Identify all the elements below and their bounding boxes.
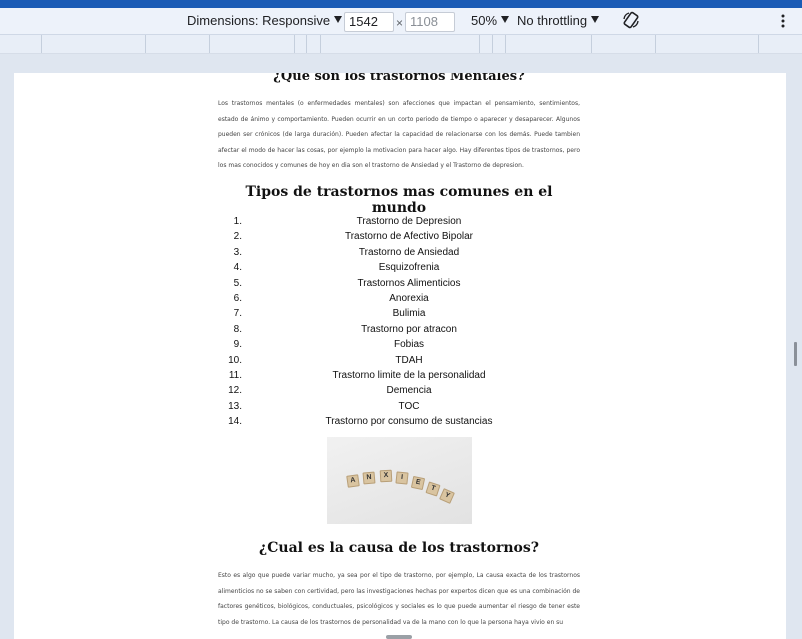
ruler-segment[interactable] [320,35,321,53]
chevron-down-icon [501,16,510,23]
list-item: 8. Trastorno por atracon [233,323,457,335]
dimensions-dropdown[interactable]: Dimensions: Responsive [187,8,343,34]
image-tile: N [362,471,376,485]
device-toolbar: Dimensions: Responsive 1542 × 1108 50% N… [0,8,802,35]
image-tile: E [410,475,426,491]
list-item: 12. Demencia [228,385,432,397]
section-paragraph-definition: Los trastornos mentales (o enfermedades … [218,100,580,169]
resize-handle-right[interactable] [794,342,797,366]
chevron-down-icon [334,16,343,23]
list-item: 11. Trastorno limite de la personalidad [228,369,486,381]
dimensions-label: Dimensions: Responsive [187,13,331,28]
list-item: 6. Anorexia [233,292,429,304]
page-viewport: ¿Que son los trastornos Mentales? Los tr… [14,73,786,639]
section-paragraph-causes: Esto es algo que puede variar mucho, ya … [218,572,580,626]
list-item: 2. Trastorno de Afectivo Bipolar [233,231,474,243]
ruler-segment[interactable] [41,35,42,53]
ruler-segment[interactable] [294,35,295,53]
browser-top-strip [0,0,802,8]
list-item: 14. Trastorno por consumo de sustancias [228,416,493,428]
ruler-segment[interactable] [209,35,210,53]
list-item: 7. Bulimia [233,308,426,320]
list-item: 10. TDAH [228,354,423,366]
width-input[interactable]: 1542 [344,12,394,32]
ruler-segment[interactable] [591,35,592,53]
throttling-label: No throttling [517,13,588,28]
resize-handle-bottom[interactable] [386,635,412,639]
media-query-ruler[interactable] [0,35,802,54]
list-item: 13. TOC [228,400,420,412]
section-title-mental-disorders: ¿Que son los trastornos Mentales? [273,73,525,84]
list-item: 4. Esquizofrenia [233,262,440,274]
ruler-segment[interactable] [479,35,480,53]
throttling-dropdown[interactable]: No throttling [517,8,600,34]
ruler-segment[interactable] [655,35,656,53]
list-item: 1. Trastorno de Depresion [233,216,462,227]
more-options-button[interactable] [779,8,787,34]
more-vert-icon [781,14,785,28]
disorders-list: 1. Trastorno de Depresion 2. Trastorno de … [214,214,604,429]
image-tile: A [346,474,360,488]
chevron-down-icon [591,16,600,23]
times-separator: × [396,16,404,30]
section-title-common-types: Tipos de trastornos mas comunes en el mu… [245,184,553,216]
anxiety-tiles-image: A N X I E T Y [327,437,472,524]
image-tile: T [425,481,441,497]
image-tile: X [379,469,393,483]
list-item: 5. Trastornos Alimenticios [233,277,461,289]
ruler-segment[interactable] [492,35,493,53]
rotate-button[interactable] [621,10,641,36]
image-tile: Y [439,488,455,504]
zoom-dropdown[interactable]: 50% [471,8,510,34]
list-item: 3. Trastorno de Ansiedad [233,246,460,258]
ruler-segment[interactable] [145,35,146,53]
ruler-segment[interactable] [758,35,759,53]
zoom-label: 50% [471,13,498,28]
height-input[interactable]: 1108 [405,12,455,32]
ruler-segment[interactable] [505,35,506,53]
image-tile: I [395,471,409,485]
list-item: 9. Fobias [233,339,424,351]
rotate-icon [623,11,639,29]
section-title-causes: ¿Cual es la causa de los trastornos? [259,540,539,556]
ruler-segment[interactable] [306,35,307,53]
